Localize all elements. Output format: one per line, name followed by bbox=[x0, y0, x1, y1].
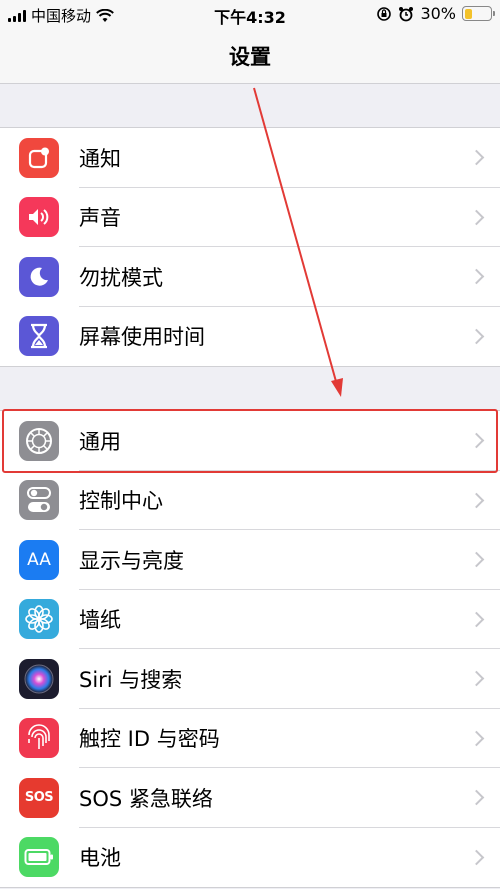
settings-row-label: 声音 bbox=[79, 206, 121, 231]
settings-row-label: Siri 与搜索 bbox=[79, 667, 183, 692]
chevron-right-icon bbox=[468, 432, 485, 449]
settings-row-flower[interactable]: 墙纸 bbox=[0, 590, 500, 649]
wifi-icon bbox=[96, 8, 114, 22]
settings-row-label: SOS 紧急联络 bbox=[79, 786, 213, 811]
nav-bar: 设置 bbox=[0, 28, 500, 84]
battery-icon bbox=[19, 837, 59, 878]
settings-row-toggles[interactable]: 控制中心 bbox=[0, 471, 500, 530]
carrier-label: 中国移动 bbox=[31, 7, 92, 25]
chevron-right-icon bbox=[468, 149, 485, 166]
settings-row-label: 触控 ID 与密码 bbox=[79, 727, 220, 752]
orientation-lock-icon bbox=[377, 6, 392, 21]
toggles-icon bbox=[19, 480, 59, 521]
chevron-right-icon bbox=[468, 730, 485, 747]
settings-group-1: 通知声音勿扰模式屏幕使用时间 bbox=[0, 127, 500, 367]
settings-group-2: 通用控制中心 AA 显示与亮度墙纸 Siri 与搜索触控 ID 与密码 SOS SOS 紧… bbox=[0, 410, 500, 888]
chevron-right-icon bbox=[468, 789, 485, 806]
chevron-right-icon bbox=[468, 328, 485, 345]
chevron-right-icon bbox=[468, 611, 485, 628]
settings-row-notifications[interactable]: 通知 bbox=[0, 128, 500, 188]
settings-row-battery[interactable]: 电池 bbox=[0, 828, 500, 888]
chevron-right-icon bbox=[468, 209, 485, 226]
settings-row-siri[interactable]: Siri 与搜索 bbox=[0, 649, 500, 709]
chevron-right-icon bbox=[468, 670, 485, 687]
hourglass-icon bbox=[19, 316, 59, 357]
fingerprint-icon bbox=[19, 718, 59, 759]
chevron-right-icon bbox=[468, 492, 485, 509]
page-title: 设置 bbox=[229, 44, 271, 69]
chevron-right-icon bbox=[468, 849, 485, 866]
siri-icon bbox=[19, 658, 59, 699]
settings-row-label: 通用 bbox=[79, 429, 121, 454]
settings-row-label: 通知 bbox=[79, 146, 121, 171]
sos-icon: SOS bbox=[19, 777, 59, 818]
settings-row-fingerprint[interactable]: 触控 ID 与密码 bbox=[0, 709, 500, 768]
flower-icon bbox=[19, 599, 59, 640]
settings-row-text-size[interactable]: AA 显示与亮度 bbox=[0, 530, 500, 590]
settings-row-label: 墙纸 bbox=[79, 608, 121, 633]
settings-row-label: 屏幕使用时间 bbox=[79, 325, 205, 350]
gear-icon bbox=[19, 420, 59, 461]
settings-row-moon[interactable]: 勿扰模式 bbox=[0, 247, 500, 307]
chevron-right-icon bbox=[468, 268, 485, 285]
battery-percent: 30% bbox=[420, 4, 456, 23]
settings-row-label: 电池 bbox=[79, 846, 121, 871]
settings-row-label: 勿扰模式 bbox=[79, 265, 163, 290]
moon-icon bbox=[19, 256, 59, 297]
battery-indicator-icon bbox=[462, 6, 495, 21]
chevron-right-icon bbox=[468, 551, 485, 568]
settings-row-label: 控制中心 bbox=[79, 489, 163, 514]
text-size-icon: AA bbox=[19, 539, 59, 580]
alarm-icon bbox=[399, 6, 414, 21]
settings-row-sounds[interactable]: 声音 bbox=[0, 188, 500, 247]
notifications-icon bbox=[19, 137, 59, 178]
settings-row-sos[interactable]: SOS SOS 紧急联络 bbox=[0, 768, 500, 828]
sounds-icon bbox=[19, 197, 59, 238]
settings-row-label: 显示与亮度 bbox=[79, 548, 184, 573]
settings-row-gear[interactable]: 通用 bbox=[0, 411, 500, 471]
signal-icon bbox=[8, 9, 26, 22]
status-bar: 中国移动 下午4:32 30% bbox=[0, 0, 500, 28]
settings-row-hourglass[interactable]: 屏幕使用时间 bbox=[0, 307, 500, 367]
